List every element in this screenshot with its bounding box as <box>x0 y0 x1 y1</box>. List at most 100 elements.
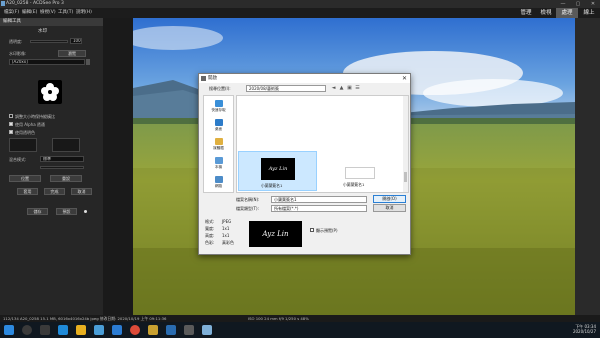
desktop-icon <box>214 119 223 126</box>
blend-select[interactable]: 標準 <box>40 156 84 162</box>
help-dot-icon[interactable] <box>84 210 87 213</box>
cancel-panel-button[interactable]: 取消 <box>71 188 92 195</box>
open-button[interactable]: 開啟(O) <box>373 195 406 203</box>
watermark-preview <box>38 80 62 104</box>
network-icon <box>214 176 223 183</box>
file-item[interactable]: 小蘭葉簽名1 <box>337 151 397 191</box>
right-strip <box>575 18 600 315</box>
menu-bar: 檔案(F) 編輯(E) 檢視(V) 工具(T) 說明(H) 管理 檢視 處理 線… <box>0 8 600 18</box>
blend-slider[interactable] <box>40 166 84 169</box>
opacity-slider[interactable] <box>30 40 68 43</box>
file-thumb-blank <box>345 167 375 179</box>
app-icon-1[interactable] <box>148 325 158 335</box>
look-in-label: 搜尋位置(I): <box>209 86 231 91</box>
height-label: 高度: <box>205 233 215 238</box>
filename-input[interactable]: 小蘭葉簽名1 <box>271 196 367 203</box>
places-sidebar: 快速存取 桌面 媒體櫃 本機 網路 <box>203 95 234 193</box>
star-icon <box>214 100 223 107</box>
view-menu-icon[interactable]: ☰ <box>354 85 361 92</box>
keep-aspect-label: 調整大小時保持縱橫比 <box>15 114 55 119</box>
color-label: 色彩: <box>205 240 215 245</box>
menu-edit[interactable]: 編輯(E) <box>22 9 37 15</box>
preview-checkbox-label: 顯示預覽(P) <box>316 228 338 233</box>
menu-help[interactable]: 說明(H) <box>76 9 92 15</box>
folder-icon[interactable] <box>76 325 86 335</box>
maximize-button[interactable]: ▢ <box>571 0 585 8</box>
dialog-close-button[interactable]: ✕ <box>402 74 407 83</box>
acdsee-taskbar-icon[interactable] <box>202 325 212 335</box>
status-exif: ISO 100 24 mm f/9 1/250 s 48% <box>248 316 309 321</box>
panel-header: 編輯工具 <box>0 18 103 26</box>
mode-process[interactable]: 處理 <box>556 8 578 18</box>
width-value: 1x1 <box>222 226 230 231</box>
default-button[interactable]: 預設 <box>56 208 77 215</box>
preview-checkbox[interactable] <box>310 228 314 232</box>
mail-icon[interactable] <box>112 325 122 335</box>
search-icon[interactable] <box>22 325 32 335</box>
mode-manage[interactable]: 管理 <box>516 8 536 18</box>
opacity-value[interactable]: 100 <box>70 38 82 44</box>
place-this-pc[interactable]: 本機 <box>204 157 233 170</box>
file-list: Ayz Lin 小蘭葉簽名1 小蘭葉簽名1 <box>236 95 409 193</box>
file-list-scrollbar[interactable] <box>403 96 408 192</box>
filename-label: 檔案名稱(N): <box>236 197 260 202</box>
place-quick-access[interactable]: 快速存取 <box>204 100 233 113</box>
look-in-select[interactable]: 2020/08/藝術簽 <box>246 85 326 92</box>
width-label: 寬度: <box>205 226 215 231</box>
keep-aspect-checkbox[interactable] <box>9 114 13 118</box>
cancel-button[interactable]: 取消 <box>373 204 406 212</box>
color-value: 真彩色 <box>222 240 234 245</box>
file-item-selected[interactable]: Ayz Lin 小蘭葉簽名1 <box>238 151 317 191</box>
open-file-dialog: 開啟 ✕ 搜尋位置(I): 2020/08/藝術簽 ◄ ▲ ▣ ☰ 快速存取 桌… <box>198 73 411 255</box>
clock[interactable]: 下午 03:34 2020/10/27 <box>573 324 596 334</box>
save-button[interactable]: 儲存 <box>27 208 48 215</box>
color-picker[interactable] <box>52 138 80 152</box>
menu-file[interactable]: 檔案(F) <box>4 9 19 15</box>
close-button[interactable]: ✕ <box>586 0 600 8</box>
place-desktop[interactable]: 桌面 <box>204 119 233 132</box>
app-icon-2[interactable] <box>184 325 194 335</box>
alpha-checkbox[interactable] <box>9 122 13 126</box>
place-libraries[interactable]: 媒體櫃 <box>204 138 233 151</box>
new-folder-icon[interactable]: ▣ <box>346 85 353 92</box>
done-button[interactable]: 完成 <box>44 188 65 195</box>
height-value: 1x1 <box>222 233 230 238</box>
word-icon[interactable] <box>166 325 176 335</box>
file-name: 小蘭葉簽名1 <box>343 182 365 187</box>
filetype-label: 檔案類型(T): <box>236 206 259 211</box>
minimize-button[interactable]: — <box>556 0 570 8</box>
app-icon <box>1 1 5 6</box>
edge-icon[interactable] <box>58 325 68 335</box>
start-icon[interactable] <box>4 325 14 335</box>
transparent-color-label: 使用透明色 <box>15 130 35 135</box>
filetype-select[interactable]: 所有檔案(*.*) <box>271 205 367 212</box>
menu-view[interactable]: 檢視(V) <box>40 9 56 15</box>
file-clear-icon[interactable] <box>86 59 90 65</box>
library-icon <box>214 138 223 145</box>
watermark-file-field[interactable]: [A20xx] <box>9 59 85 65</box>
transparent-color-checkbox[interactable] <box>9 130 13 134</box>
flower-logo-icon <box>41 83 59 101</box>
back-icon[interactable]: ◄ <box>330 85 337 92</box>
place-network[interactable]: 網路 <box>204 176 233 189</box>
color-swatch[interactable] <box>9 138 37 152</box>
clock-date: 2020/10/27 <box>572 329 596 334</box>
store-icon[interactable] <box>94 325 104 335</box>
reset-button[interactable]: 重設 <box>50 175 82 182</box>
blend-label: 混合模式: <box>9 157 27 162</box>
apply-button[interactable]: 套用 <box>17 188 38 195</box>
up-folder-icon[interactable]: ▲ <box>338 85 345 92</box>
panel-gutter <box>103 18 133 315</box>
computer-icon <box>214 157 223 164</box>
mode-online[interactable]: 線上 <box>578 8 600 18</box>
scrollbar-thumb[interactable] <box>404 172 407 182</box>
chrome-icon[interactable] <box>130 325 140 335</box>
mode-view[interactable]: 檢視 <box>536 8 556 18</box>
preview-signature: Ayz Lin <box>249 221 302 247</box>
browse-button[interactable]: 瀏覽 <box>58 50 86 57</box>
task-view-icon[interactable] <box>40 325 50 335</box>
alpha-label: 使用 Alpha 透通 <box>15 122 45 127</box>
menu-tools[interactable]: 工具(T) <box>58 9 73 15</box>
position-button[interactable]: 位置 <box>9 175 41 182</box>
format-value: JPEG <box>222 219 232 224</box>
